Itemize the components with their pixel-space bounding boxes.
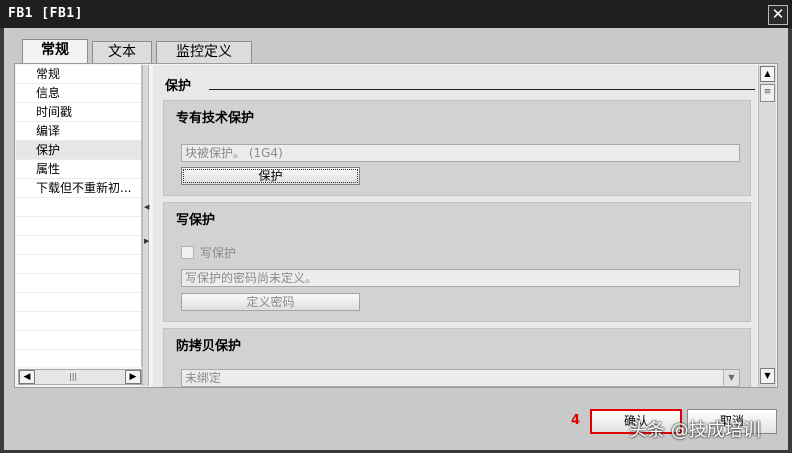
define-password-button[interactable]: 定义密码 <box>181 293 360 311</box>
nav-item-attributes[interactable]: 属性 <box>16 160 141 179</box>
copy-protection-select[interactable]: 未绑定 ▼ <box>181 369 740 387</box>
properties-panel: 常规 信息 时间戳 编译 保护 属性 下载但不重新初... ◀ ||| ▶ ◀ … <box>14 63 778 388</box>
group-title: 防拷贝保护 <box>176 339 242 354</box>
title-bar[interactable]: FB1 [FB1] ✕ <box>0 0 792 28</box>
checkbox-icon[interactable] <box>181 246 194 259</box>
close-icon[interactable]: ✕ <box>768 5 788 25</box>
content-vertical-scrollbar[interactable]: ▲ ≡ ▼ <box>758 65 776 387</box>
scroll-grip-icon[interactable]: ||| <box>69 372 77 381</box>
scroll-up-icon[interactable]: ▲ <box>760 66 775 82</box>
properties-nav-tree: 常规 信息 时间戳 编译 保护 属性 下载但不重新初... <box>16 65 142 367</box>
nav-empty-row <box>16 312 141 331</box>
tab-general[interactable]: 常规 <box>22 39 88 64</box>
scroll-right-icon[interactable]: ▶ <box>125 370 141 384</box>
nav-empty-row <box>16 236 141 255</box>
expand-right-icon[interactable]: ▶ <box>144 237 149 245</box>
nav-empty-row <box>16 331 141 350</box>
nav-empty-row <box>16 293 141 312</box>
protection-content: 保护 专有技术保护 块被保护。 (1G4) 保护 写保护 写保护 写保护的密码尚… <box>153 65 757 387</box>
scroll-thumb[interactable]: ≡ <box>760 84 775 102</box>
know-how-protection-group: 专有技术保护 块被保护。 (1G4) 保护 <box>163 100 751 196</box>
tab-text[interactable]: 文本 <box>92 41 152 63</box>
nav-item-compile[interactable]: 编译 <box>16 122 141 141</box>
nav-horizontal-scrollbar[interactable]: ◀ ||| ▶ <box>18 369 142 385</box>
collapse-left-icon[interactable]: ◀ <box>144 203 149 211</box>
group-title: 写保护 <box>176 213 216 228</box>
dialog-window: FB1 [FB1] ✕ 常规 文本 监控定义 常规 信息 时间戳 编译 保护 属… <box>0 0 792 453</box>
group-title: 专有技术保护 <box>176 111 255 126</box>
nav-item-download-without-reinit[interactable]: 下载但不重新初... <box>16 179 141 198</box>
scroll-down-icon[interactable]: ▼ <box>760 368 775 384</box>
nav-item-general[interactable]: 常规 <box>16 65 141 84</box>
watermark: 头条 @技成培训 <box>629 420 761 441</box>
step-number-annotation: 4 <box>571 413 581 428</box>
write-protection-group: 写保护 写保护 写保护的密码尚未定义。 定义密码 <box>163 202 751 322</box>
nav-item-protection[interactable]: 保护 <box>16 141 141 160</box>
copy-protection-group: 防拷贝保护 未绑定 ▼ <box>163 328 751 387</box>
write-protect-status-field: 写保护的密码尚未定义。 <box>181 269 740 287</box>
scroll-left-icon[interactable]: ◀ <box>19 370 35 384</box>
panel-splitter[interactable]: ◀ ▶ <box>142 65 149 386</box>
nav-empty-row <box>16 217 141 236</box>
select-value: 未绑定 <box>185 371 222 385</box>
nav-empty-row <box>16 255 141 274</box>
nav-empty-row <box>16 274 141 293</box>
window-title: FB1 [FB1] <box>8 6 83 21</box>
dialog-client-area: 常规 文本 监控定义 常规 信息 时间戳 编译 保护 属性 下载但不重新初... <box>4 28 788 450</box>
know-how-status-field: 块被保护。 (1G4) <box>181 144 740 162</box>
section-heading: 保护 <box>165 79 192 94</box>
write-protect-checkbox-label: 写保护 <box>200 246 237 260</box>
heading-divider <box>209 89 755 90</box>
chevron-down-icon[interactable]: ▼ <box>723 370 739 386</box>
nav-item-timestamp[interactable]: 时间戳 <box>16 103 141 122</box>
nav-item-information[interactable]: 信息 <box>16 84 141 103</box>
protect-button[interactable]: 保护 <box>181 167 360 185</box>
tab-monitoring-definition[interactable]: 监控定义 <box>156 41 252 63</box>
nav-empty-row <box>16 198 141 217</box>
